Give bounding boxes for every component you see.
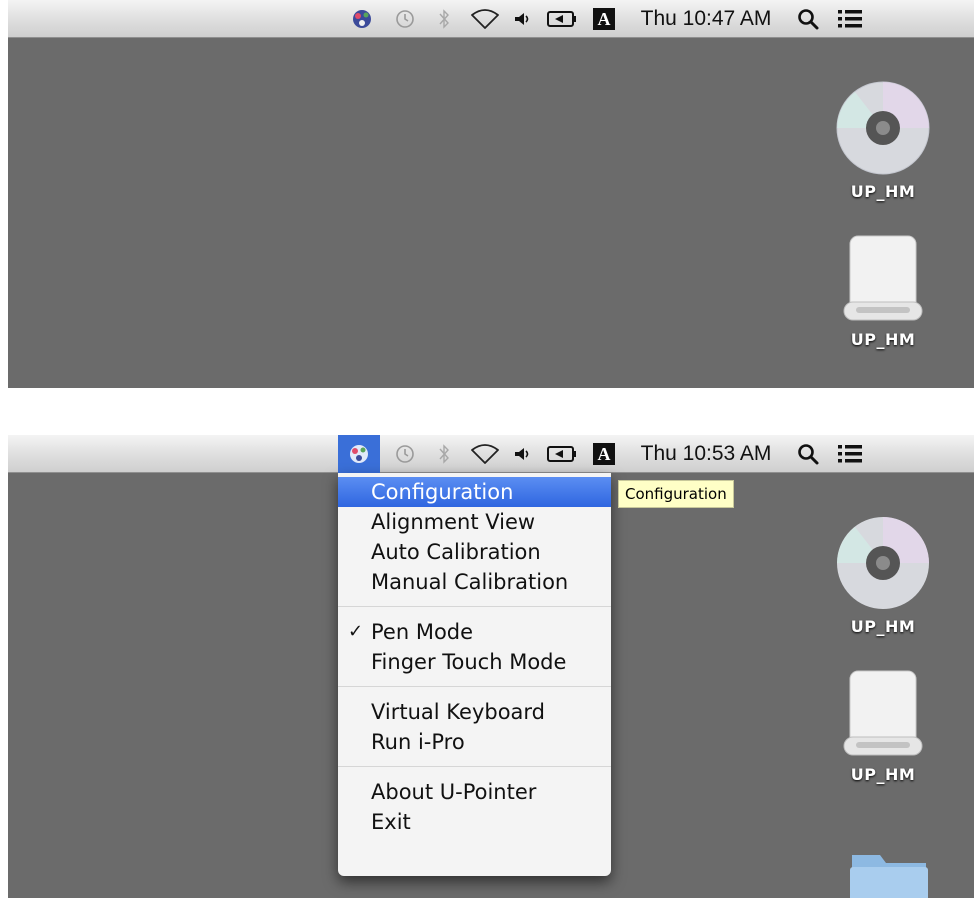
notification-list-icon[interactable]: [834, 0, 866, 38]
menu-item-run-i-pro[interactable]: Run i-Pro: [338, 727, 611, 757]
volume-icon[interactable]: [511, 435, 533, 473]
spotlight-icon[interactable]: [793, 435, 823, 473]
menu-bar: A Thu 10:47 AM: [8, 0, 974, 38]
u-pointer-icon[interactable]: [348, 0, 376, 38]
wifi-icon[interactable]: [468, 435, 502, 473]
menu-separator: [338, 766, 611, 767]
time-machine-icon[interactable]: [392, 435, 418, 473]
menu-item-label: Pen Mode: [371, 620, 474, 644]
disc-icon: [836, 81, 930, 175]
battery-icon[interactable]: [544, 435, 580, 473]
menu-item-about-u-pointer[interactable]: About U-Pointer: [338, 777, 611, 807]
drive-icon: [843, 235, 923, 321]
bluetooth-icon[interactable]: [434, 435, 454, 473]
menu-bar-clock[interactable]: Thu 10:47 AM: [631, 0, 781, 38]
menu-item-exit[interactable]: Exit: [338, 807, 611, 837]
checkmark-icon: ✓: [348, 621, 364, 642]
menu-item-finger-touch-mode[interactable]: Finger Touch Mode: [338, 647, 611, 677]
menu-item-auto-calibration[interactable]: Auto Calibration: [338, 537, 611, 567]
input-source-icon[interactable]: A: [591, 0, 617, 38]
notification-list-icon[interactable]: [834, 435, 866, 473]
battery-icon[interactable]: [544, 0, 580, 38]
desktop-drive-label: UP_HM: [850, 765, 916, 784]
desktop-disc[interactable]: UP_HM: [828, 80, 938, 201]
top-screenshot: A Thu 10:47 AM UP_HM UP_HM: [8, 0, 974, 388]
desktop-drive[interactable]: UP_HM: [828, 232, 938, 349]
menu-bar-clock[interactable]: Thu 10:53 AM: [631, 435, 781, 473]
desktop-disc[interactable]: UP_HM: [828, 515, 938, 636]
input-source-letter: A: [593, 8, 615, 30]
desktop-folder[interactable]: [834, 847, 944, 898]
menu-item-virtual-keyboard[interactable]: Virtual Keyboard: [338, 697, 611, 727]
disc-icon: [837, 517, 929, 609]
wifi-icon[interactable]: [468, 0, 502, 38]
desktop-drive[interactable]: UP_HM: [828, 667, 938, 784]
bluetooth-icon[interactable]: [434, 0, 454, 38]
configuration-tooltip: Configuration: [618, 480, 734, 508]
bottom-screenshot: A Thu 10:53 AM UP_HM UP_HM Configuration…: [8, 435, 974, 898]
menu-separator: [338, 686, 611, 687]
menu-item-manual-calibration[interactable]: Manual Calibration: [338, 567, 611, 597]
desktop-drive-label: UP_HM: [850, 330, 916, 349]
desktop-disc-label: UP_HM: [850, 617, 916, 636]
menu-separator: [338, 606, 611, 607]
input-source-icon[interactable]: A: [591, 435, 617, 473]
menu-bar: A Thu 10:53 AM: [8, 435, 974, 473]
menu-item-configuration[interactable]: Configuration: [338, 477, 611, 507]
u-pointer-icon[interactable]: [338, 435, 380, 473]
time-machine-icon[interactable]: [392, 0, 418, 38]
volume-icon[interactable]: [511, 0, 533, 38]
u-pointer-menu: Configuration Alignment View Auto Calibr…: [338, 473, 611, 876]
folder-icon: [850, 855, 928, 898]
spotlight-icon[interactable]: [793, 0, 823, 38]
desktop-disc-label: UP_HM: [850, 182, 916, 201]
menu-item-pen-mode[interactable]: ✓ Pen Mode: [338, 617, 611, 647]
drive-icon: [843, 670, 923, 756]
menu-item-alignment-view[interactable]: Alignment View: [338, 507, 611, 537]
input-source-letter: A: [593, 443, 615, 465]
